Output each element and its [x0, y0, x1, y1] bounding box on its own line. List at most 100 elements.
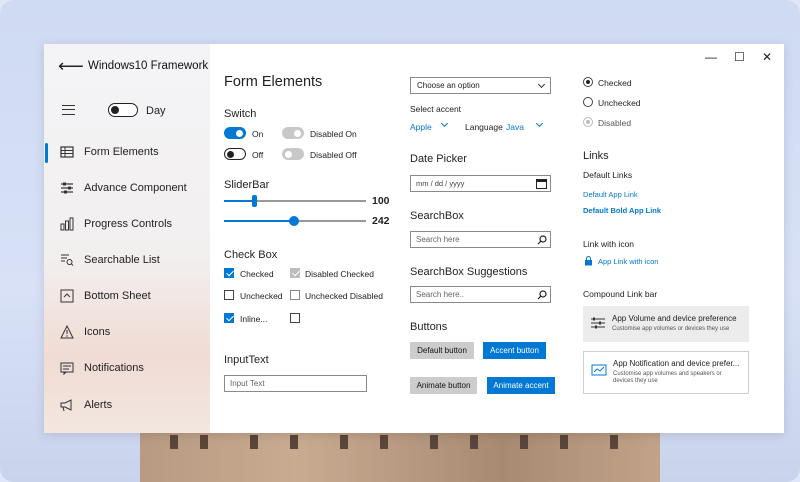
sidebar-item-notifications[interactable]: Notifications	[44, 357, 210, 381]
radio-unchecked[interactable]	[583, 97, 593, 107]
slider1-value: 100	[372, 195, 390, 207]
slider2-value: 242	[372, 215, 390, 227]
sidebar: ⟵ Windows10 Framework Day Form Elements …	[44, 44, 210, 433]
default-app-link[interactable]: Default App Link	[583, 190, 638, 199]
language-dropdown-value[interactable]: Java	[506, 122, 524, 132]
switch-disabled-on-label: Disabled On	[310, 129, 357, 139]
app-title: Windows10 Framework	[88, 60, 209, 72]
calendar-icon[interactable]	[536, 178, 547, 189]
checkbox-inline[interactable]	[224, 313, 234, 323]
megaphone-icon	[60, 399, 72, 412]
hamburger-menu-icon[interactable]	[62, 105, 75, 115]
volume-sliders-icon	[591, 317, 605, 329]
slider2-thumb[interactable]	[289, 216, 299, 226]
default-bold-app-link[interactable]: Default Bold App Link	[583, 206, 661, 215]
checkbox-inline-label: Inline...	[240, 314, 268, 324]
suggestion-search-input[interactable]: Search here..	[410, 286, 551, 303]
theme-label: Day	[146, 105, 166, 117]
default-links-label: Default Links	[583, 170, 633, 180]
option-combobox[interactable]: Choose an option	[410, 77, 551, 94]
checkbox-heading: Check Box	[224, 249, 278, 261]
sidebar-item-alerts[interactable]: Alerts	[44, 394, 210, 418]
switch-off[interactable]	[224, 148, 246, 160]
radio-checked[interactable]	[583, 77, 593, 87]
sidebar-item-label: Searchable List	[84, 254, 160, 266]
sidebar-item-progress-controls[interactable]: Progress Controls	[44, 213, 210, 237]
date-picker-heading: Date Picker	[410, 153, 467, 165]
link-icon-heading: Link with icon	[583, 239, 635, 249]
sidebar-item-label: Bottom Sheet	[84, 290, 151, 302]
switch-on[interactable]	[224, 127, 246, 139]
card1-title: App Volume and device preference	[612, 314, 737, 323]
search-icon[interactable]	[537, 235, 547, 245]
search-input[interactable]: Search here	[410, 231, 551, 248]
checkbox-checked[interactable]	[224, 268, 234, 278]
card2-title: App Notification and device prefer...	[613, 359, 740, 368]
chevron-down-icon[interactable]	[440, 119, 449, 128]
maximize-button[interactable]: ☐	[734, 50, 745, 64]
chevron-down-icon	[537, 80, 546, 89]
searchbox-heading: SearchBox	[410, 210, 464, 222]
sidebar-item-label: Progress Controls	[84, 218, 173, 230]
search-list-icon	[61, 254, 74, 266]
switch-disabled-off	[282, 148, 304, 160]
switch-off-label: Off	[252, 150, 264, 160]
sidebar-item-label: Icons	[84, 326, 111, 338]
compound-link-card-1[interactable]: App Volume and device preference Customi…	[583, 306, 749, 342]
checkbox-unchecked[interactable]	[224, 290, 234, 300]
content-area: — ☐ ✕ Form Elements Switch On Disabled O…	[210, 44, 784, 433]
chart-icon	[60, 217, 74, 231]
sidebar-item-label: Notifications	[84, 362, 144, 374]
search-placeholder: Search here	[416, 235, 460, 244]
sidebar-item-form-elements[interactable]: Form Elements	[44, 141, 210, 165]
language-label: Language	[465, 122, 503, 132]
date-placeholder: mm / dd / yyyy	[416, 179, 465, 188]
close-button[interactable]: ✕	[762, 50, 772, 64]
sidebar-item-searchable-list[interactable]: Searchable List	[44, 249, 210, 273]
table-icon	[60, 146, 74, 158]
default-button[interactable]: Default button	[410, 342, 474, 359]
building-photo	[140, 425, 660, 482]
sidebar-item-icons[interactable]: Icons	[44, 321, 210, 345]
card1-subtitle: Customise app volumes or devices they us…	[612, 326, 730, 332]
checkbox-disabled-checked	[290, 268, 300, 278]
animate-accent-button[interactable]: Animate accent	[487, 377, 555, 394]
checkbox-disabled-checked-label: Disabled Checked	[305, 269, 374, 279]
search-icon[interactable]	[537, 290, 547, 300]
radio-checked-label: Checked	[598, 78, 632, 88]
checkbox-inline-2[interactable]	[290, 313, 300, 323]
app-link-with-icon[interactable]: App Link with icon	[598, 257, 658, 266]
theme-toggle[interactable]	[108, 103, 138, 117]
switch-on-label: On	[252, 129, 264, 139]
bottom-sheet-icon	[60, 289, 74, 303]
combobox-value: Choose an option	[417, 81, 480, 90]
buttons-heading: Buttons	[410, 321, 448, 333]
date-picker-field[interactable]: mm / dd / yyyy	[410, 175, 551, 192]
radio-unchecked-label: Unchecked	[598, 98, 641, 108]
switch-heading: Switch	[224, 108, 257, 120]
lock-icon	[585, 256, 592, 266]
checkbox-unchecked-label: Unchecked	[240, 291, 283, 301]
accent-button[interactable]: Accent button	[483, 342, 546, 359]
slider1-thumb[interactable]	[252, 195, 257, 207]
accent-dropdown-value[interactable]: Apple	[410, 122, 432, 132]
warning-icon	[60, 325, 74, 339]
suggestion-search-placeholder: Search here..	[416, 290, 465, 299]
checkbox-checked-label: Checked	[240, 269, 274, 279]
sidebar-item-advance-component[interactable]: Advance Component	[44, 177, 210, 201]
back-arrow-icon[interactable]: ⟵	[58, 56, 84, 77]
links-heading: Links	[583, 150, 609, 162]
notification-display-icon	[591, 364, 607, 376]
minimize-button[interactable]: —	[705, 50, 717, 64]
app-window: ⟵ Windows10 Framework Day Form Elements …	[44, 44, 784, 433]
sidebar-item-bottom-sheet[interactable]: Bottom Sheet	[44, 285, 210, 309]
animate-button[interactable]: Animate button	[410, 377, 477, 394]
compound-link-card-2[interactable]: App Notification and device prefer... Cu…	[583, 351, 749, 394]
sidebar-item-label: Form Elements	[84, 146, 159, 158]
sidebar-item-label: Advance Component	[84, 182, 187, 194]
sidebar-item-label: Alerts	[84, 399, 113, 411]
chevron-down-icon[interactable]	[535, 119, 544, 128]
input-heading: InputText	[224, 354, 269, 366]
input-text-field[interactable]: Input Text	[224, 375, 367, 392]
compound-heading: Compound Link bar	[583, 289, 658, 299]
